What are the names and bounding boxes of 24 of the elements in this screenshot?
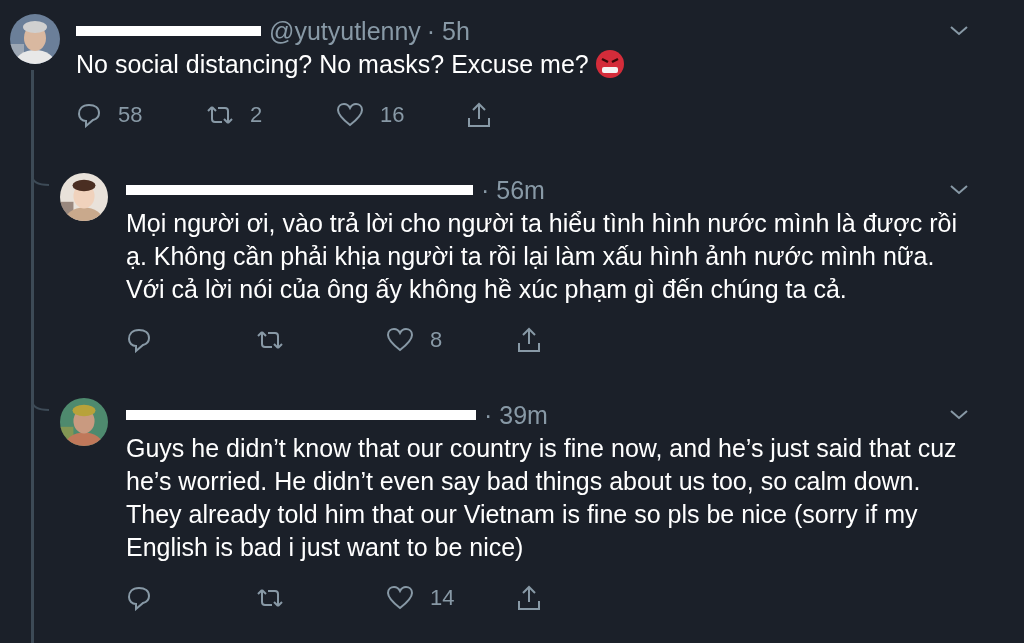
share-icon[interactable] (516, 584, 542, 612)
chevron-down-icon[interactable] (950, 26, 968, 36)
reply-icon[interactable] (76, 102, 102, 128)
tweet-text: Mọi người ơi, vào trả lời cho người ta hiểu tình hình nước mình là được rồi ạ. Không cần phải khịa người ta rồi lại làm xấu hình ảnh nước mình nữa. Với cả lời nói của ông ấy không hề xúc phạm gì đến chúng ta cả. (126, 209, 957, 303)
heart-icon[interactable] (386, 327, 414, 353)
reply-icon[interactable] (126, 327, 152, 353)
like-count: 16 (380, 102, 405, 128)
timestamp: · 56m (481, 175, 545, 205)
timestamp: · 39m (484, 400, 548, 430)
like-count: 14 (430, 585, 455, 611)
tweet-text: Guys he didn’t know that our country is fine now, and he’s just said that cuz he’s worried. He didn’t even say bad things about us too, so calm down. They already told him that our Vietnam is fine so pls be nice (sorry if my English is bad i just want to be nice) (126, 434, 957, 561)
reply-count: 58 (118, 102, 143, 128)
share-icon[interactable] (516, 326, 542, 354)
tweet-text: No social distancing? No masks? Excuse me? (76, 50, 589, 78)
like-count: 8 (430, 327, 443, 353)
heart-icon[interactable] (336, 102, 364, 128)
timestamp: · 5h (426, 16, 470, 46)
retweet-count: 2 (250, 102, 263, 128)
reply-icon[interactable] (126, 585, 152, 611)
share-icon[interactable] (466, 101, 492, 129)
heart-icon[interactable] (386, 585, 414, 611)
chevron-down-icon[interactable] (950, 410, 968, 420)
user-handle[interactable]: @yutyutlenny (269, 16, 421, 46)
chevron-down-icon[interactable] (950, 185, 968, 195)
